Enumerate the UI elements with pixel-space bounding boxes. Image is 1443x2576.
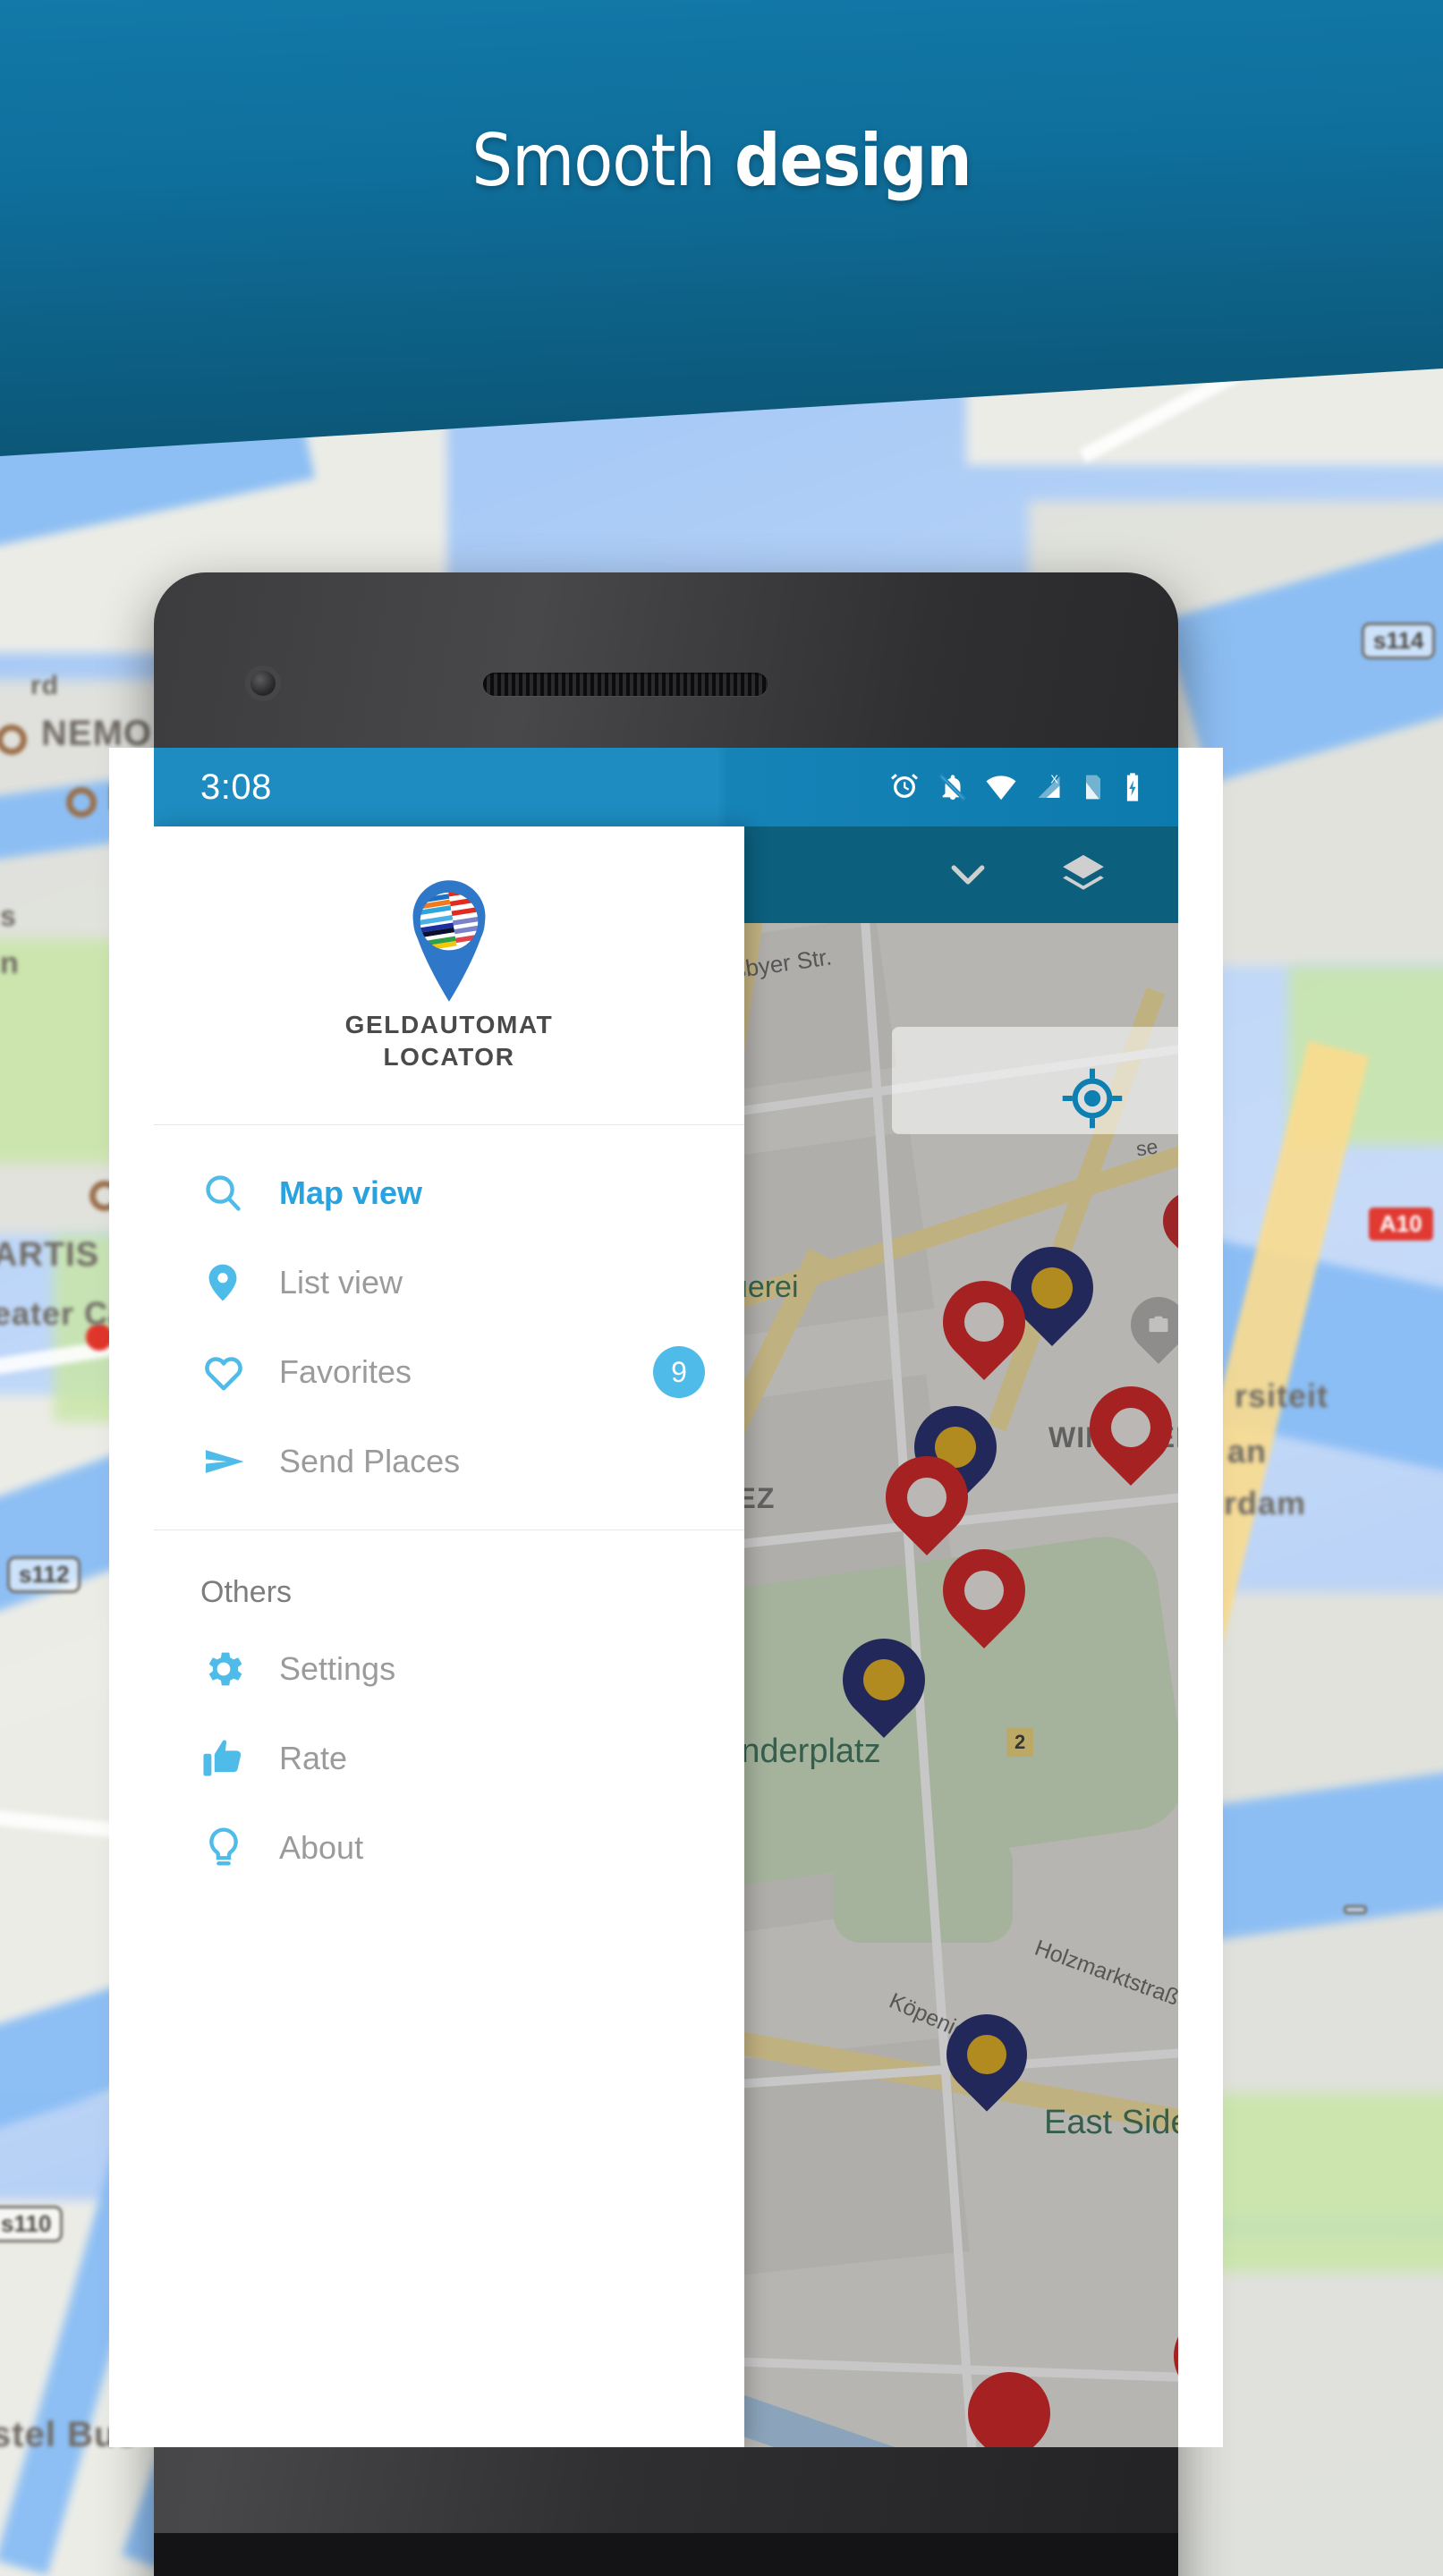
bg-road-shield: A10 <box>1369 1208 1433 1241</box>
bg-road-shield: s110 <box>0 2206 64 2242</box>
bg-road-shield: s112 <box>7 1556 81 1593</box>
battery-charging-icon <box>1126 773 1139 801</box>
bg-map-label: rdam <box>1224 1485 1307 1521</box>
drawer-primary-group: Map view List view Favorites 9 Send Plac… <box>154 1125 744 1530</box>
drawer-group-title: Others <box>200 1575 293 1609</box>
chevron-down-icon[interactable] <box>944 851 992 899</box>
wifi-icon <box>986 775 1016 801</box>
lightbulb-icon-svg <box>209 1827 238 1866</box>
drawer-item-map-view[interactable]: Map view <box>154 1148 744 1238</box>
page-title-bold: design <box>734 119 972 202</box>
bg-map-label: eater Ca <box>0 1295 128 1332</box>
app-name-line2: LOCATOR <box>383 1042 515 1071</box>
bg-map-label: rsiteit <box>1235 1377 1329 1414</box>
bg-park <box>1190 2093 1443 2272</box>
mobile-signal-icon: X <box>1038 773 1060 798</box>
sim-card-icon <box>1086 775 1100 800</box>
send-icon <box>200 1437 279 1486</box>
heart-icon-svg <box>205 1357 242 1391</box>
drawer-item-list-view[interactable]: List view <box>154 1238 744 1327</box>
phone-mockup: 3:08 X Wisbyer Str. se exanderplatz Holz… <box>109 572 1223 2576</box>
drawer-item-label: Settings <box>279 1650 396 1687</box>
drawer-item-label: Map view <box>279 1174 423 1211</box>
page-title-light: Smooth <box>471 119 716 202</box>
thumbs-up-icon <box>200 1735 279 1782</box>
my-location-icon[interactable] <box>1058 1064 1126 1132</box>
navigation-drawer[interactable]: GELDAUTOMAT LOCATOR Map view List view F… <box>154 826 744 2447</box>
gear-icon-svg <box>208 1652 242 1686</box>
drawer-item-favorites[interactable]: Favorites 9 <box>154 1327 744 1417</box>
drawer-others-group: Others Settings Rate About <box>154 1530 744 1916</box>
layers-icon[interactable] <box>1058 850 1108 900</box>
search-icon-svg <box>206 1175 241 1211</box>
map-pin-logo-icon <box>400 878 498 1004</box>
lightbulb-icon <box>200 1825 279 1871</box>
bg-map-label: n <box>0 946 20 980</box>
status-time: 3:08 <box>200 767 272 807</box>
drawer-item-rate[interactable]: Rate <box>154 1714 744 1803</box>
app-name-line1: GELDAUTOMAT <box>344 1010 554 1038</box>
favorites-badge: 9 <box>653 1346 705 1398</box>
drawer-item-label: List view <box>279 1264 403 1301</box>
bg-map-label: rd <box>30 671 59 700</box>
location-pin-icon <box>200 1260 279 1305</box>
gear-icon <box>200 1646 279 1692</box>
phone-bottom-bezel <box>154 2533 1178 2576</box>
page-title: Smooth design <box>0 125 1443 197</box>
bg-map-label: s <box>0 900 17 932</box>
bg-poi-icon <box>66 787 97 818</box>
send-icon-svg <box>205 1450 244 1473</box>
drawer-item-label: Favorites <box>279 1353 412 1390</box>
heart-icon <box>200 1349 279 1395</box>
bg-map-label: ARTIS <box>0 1236 99 1274</box>
thumbs-up-icon-svg <box>203 1740 242 1776</box>
my-location-card <box>892 1027 1178 1134</box>
drawer-item-send-places[interactable]: Send Places <box>154 1417 744 1506</box>
notifications-off-icon <box>938 773 967 801</box>
bg-map-label: an <box>1227 1433 1268 1470</box>
alarm-icon <box>891 774 918 798</box>
app-name: GELDAUTOMAT LOCATOR <box>345 1009 554 1073</box>
front-camera-icon <box>250 671 276 696</box>
bg-road-shield: s114 <box>1362 623 1436 659</box>
drawer-item-label: Send Places <box>279 1443 461 1479</box>
status-bar: 3:08 X <box>154 748 1178 826</box>
status-icon-group: X <box>888 771 1142 803</box>
logo-svg <box>412 879 486 1002</box>
search-icon <box>200 1171 279 1216</box>
location-pin-icon-svg <box>208 1264 237 1301</box>
drawer-header: GELDAUTOMAT LOCATOR <box>154 826 744 1125</box>
bg-road-shield <box>1344 1905 1367 1914</box>
drawer-item-about[interactable]: About <box>154 1803 744 1893</box>
svg-text:X: X <box>1050 773 1058 785</box>
phone-screen: 3:08 X Wisbyer Str. se exanderplatz Holz… <box>109 748 1223 2447</box>
drawer-item-settings[interactable]: Settings <box>154 1624 744 1714</box>
earpiece-speaker <box>483 673 768 696</box>
drawer-item-label: Rate <box>279 1740 348 1776</box>
drawer-item-label: About <box>279 1829 364 1866</box>
